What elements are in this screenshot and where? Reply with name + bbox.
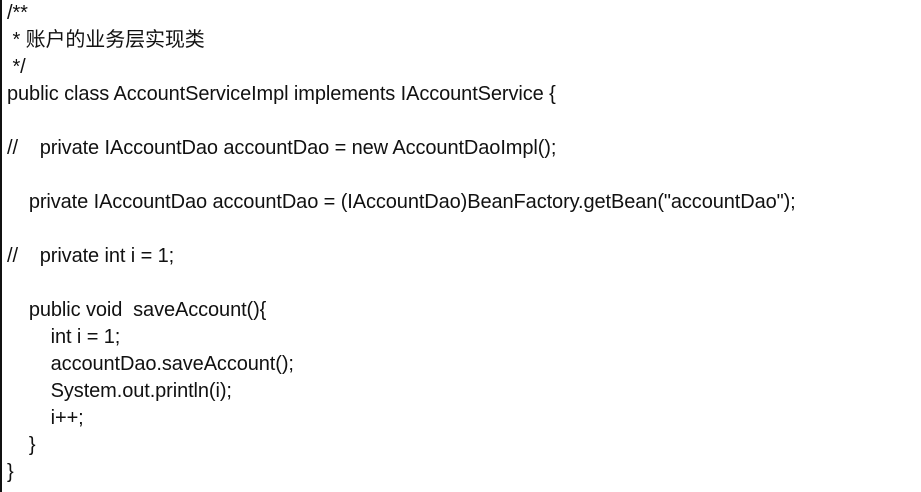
code-line: /** bbox=[7, 2, 28, 24]
code-line: int i = 1; bbox=[7, 326, 121, 348]
code-line: public class AccountServiceImpl implemen… bbox=[7, 83, 556, 105]
code-line: accountDao.saveAccount(); bbox=[7, 353, 294, 375]
code-line: private IAccountDao accountDao = (IAccou… bbox=[7, 191, 796, 213]
code-viewer: /** * 账户的业务层实现类 */ public class AccountS… bbox=[0, 0, 921, 492]
code-line: } bbox=[7, 461, 14, 483]
code-line: i++; bbox=[7, 407, 84, 429]
code-block: /** * 账户的业务层实现类 */ public class AccountS… bbox=[7, 0, 796, 486]
code-line: // private int i = 1; bbox=[7, 245, 175, 267]
code-line: System.out.println(i); bbox=[7, 380, 232, 402]
code-line: */ bbox=[7, 56, 26, 78]
code-line: * 账户的业务层实现类 bbox=[7, 29, 205, 51]
code-line: // private IAccountDao accountDao = new … bbox=[7, 137, 557, 159]
code-line: } bbox=[7, 434, 36, 456]
code-line: public void saveAccount(){ bbox=[7, 299, 267, 321]
